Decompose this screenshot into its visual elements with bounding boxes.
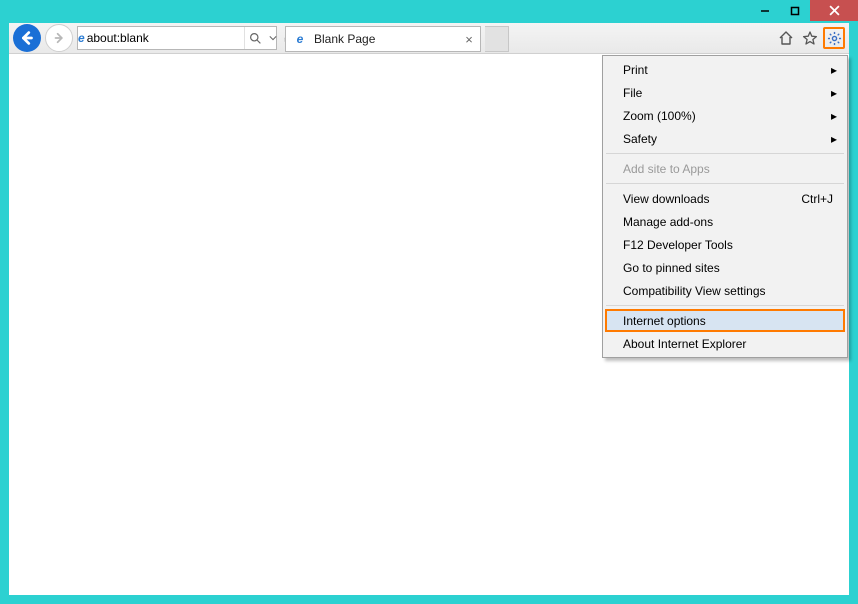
toolbar: e e Blank Page × <box>9 23 849 54</box>
menu-print[interactable]: Print▸ <box>605 58 845 81</box>
menu-view-downloads[interactable]: View downloadsCtrl+J <box>605 187 845 210</box>
new-tab-button[interactable] <box>485 26 509 52</box>
menu-file[interactable]: File▸ <box>605 81 845 104</box>
browser-chrome: e e Blank Page × <box>9 23 849 595</box>
menu-zoom[interactable]: Zoom (100%)▸ <box>605 104 845 127</box>
search-icon[interactable] <box>245 27 267 49</box>
browser-window: e e Blank Page × <box>0 0 858 604</box>
ie-page-icon: e <box>78 32 85 44</box>
menu-safety[interactable]: Safety▸ <box>605 127 845 150</box>
submenu-arrow-icon: ▸ <box>831 109 837 123</box>
menu-internet-options[interactable]: Internet options <box>605 309 845 332</box>
minimize-button[interactable] <box>750 0 780 21</box>
home-icon[interactable] <box>775 27 797 49</box>
tab-title: Blank Page <box>314 32 458 46</box>
menu-manage-addons[interactable]: Manage add-ons <box>605 210 845 233</box>
menu-pinned-sites[interactable]: Go to pinned sites <box>605 256 845 279</box>
submenu-arrow-icon: ▸ <box>831 63 837 77</box>
address-bar[interactable]: e <box>77 26 277 50</box>
maximize-button[interactable] <box>780 0 810 21</box>
tab-close-icon[interactable]: × <box>462 32 476 46</box>
back-button[interactable] <box>13 24 41 52</box>
menu-separator <box>606 305 844 306</box>
menu-add-site: Add site to Apps <box>605 157 845 180</box>
menu-f12-devtools[interactable]: F12 Developer Tools <box>605 233 845 256</box>
menu-separator <box>606 183 844 184</box>
browser-tab[interactable]: e Blank Page × <box>285 26 481 52</box>
window-titlebar <box>0 0 858 23</box>
menu-shortcut: Ctrl+J <box>801 192 833 206</box>
forward-button[interactable] <box>45 24 73 52</box>
menu-about-ie[interactable]: About Internet Explorer <box>605 332 845 355</box>
submenu-arrow-icon: ▸ <box>831 132 837 146</box>
menu-compat-view[interactable]: Compatibility View settings <box>605 279 845 302</box>
close-button[interactable] <box>810 0 858 21</box>
tools-menu: Print▸ File▸ Zoom (100%)▸ Safety▸ Add si… <box>602 55 848 358</box>
ie-page-icon: e <box>290 33 310 45</box>
tools-gear-icon[interactable] <box>823 27 845 49</box>
favorites-icon[interactable] <box>799 27 821 49</box>
submenu-arrow-icon: ▸ <box>831 86 837 100</box>
menu-separator <box>606 153 844 154</box>
dropdown-icon[interactable] <box>267 27 279 49</box>
toolbar-right-icons <box>775 27 845 49</box>
address-input[interactable] <box>85 28 244 48</box>
